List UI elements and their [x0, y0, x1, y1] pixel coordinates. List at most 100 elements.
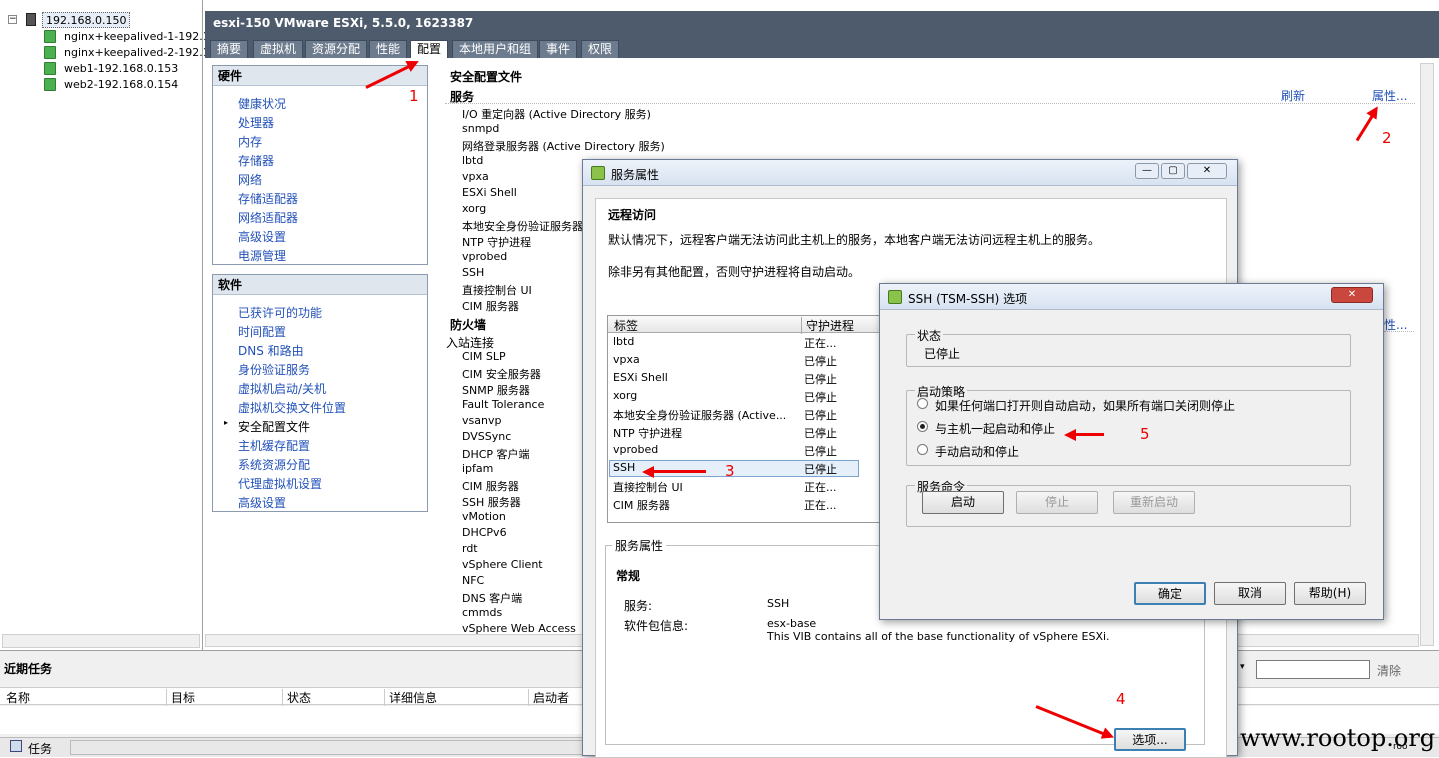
clear-link[interactable]: 清除 — [1377, 662, 1401, 679]
tab-vms[interactable]: 虚拟机 — [253, 40, 304, 58]
table-row-status: 已停止 — [804, 391, 837, 404]
hw-processor[interactable]: 处理器 — [238, 114, 274, 131]
firewall-item: vSphere Client — [462, 558, 543, 571]
close-button[interactable]: ✕ — [1187, 163, 1227, 179]
table-row[interactable]: ESXi Shell — [613, 371, 668, 384]
hw-memory[interactable]: 内存 — [238, 133, 262, 150]
sw-host-cache[interactable]: 主机缓存配置 — [238, 437, 310, 454]
status-value: 已停止 — [924, 347, 961, 361]
start-button[interactable]: 启动 — [922, 491, 1004, 514]
sw-time[interactable]: 时间配置 — [238, 323, 286, 340]
col-name[interactable]: 名称 — [6, 689, 30, 706]
annotation-number: 1 — [409, 87, 419, 105]
ok-button[interactable]: 确定 — [1134, 582, 1206, 605]
status-tasks-button[interactable]: 任务 — [28, 740, 52, 757]
software-title: 软件 — [213, 275, 427, 295]
stop-button[interactable]: 停止 — [1016, 491, 1098, 514]
cancel-button[interactable]: 取消 — [1214, 582, 1286, 605]
tree-host[interactable]: 192.168.0.150 — [42, 12, 131, 28]
main-vscrollbar[interactable] — [1420, 63, 1434, 646]
sw-advanced[interactable]: 高级设置 — [238, 494, 286, 511]
service-item: 网络登录服务器 (Active Directory 服务) — [462, 140, 665, 153]
tab-bar: 摘要 虚拟机 资源分配 性能 配置 本地用户和组 事件 权限 — [205, 39, 1439, 58]
service-key: 服务: — [624, 599, 653, 613]
sw-auth[interactable]: 身份验证服务 — [238, 361, 310, 378]
tab-performance[interactable]: 性能 — [369, 40, 408, 58]
hw-network[interactable]: 网络 — [238, 171, 262, 188]
sw-security-profile[interactable]: 安全配置文件 — [238, 418, 310, 435]
remote-desc-2: 除非另有其他配置，否则守护进程将自动启动。 — [608, 265, 861, 279]
policy-radio-auto[interactable] — [917, 398, 928, 409]
service-item: I/O 重定向器 (Active Directory 服务) — [462, 108, 651, 121]
tree-vm-3[interactable]: web1-192.168.0.153 — [64, 61, 178, 77]
refresh-link[interactable]: 刷新 — [1281, 87, 1305, 104]
tab-events[interactable]: 事件 — [539, 40, 578, 58]
policy-auto-label[interactable]: 如果任何端口打开则自动启动，如果所有端口关闭则停止 — [935, 397, 1235, 414]
sw-sys-resources[interactable]: 系统资源分配 — [238, 456, 310, 473]
table-row[interactable]: CIM 服务器 — [613, 497, 670, 513]
service-item: NTP 守护进程 — [462, 236, 532, 249]
hw-advanced[interactable]: 高级设置 — [238, 228, 286, 245]
hw-power[interactable]: 电源管理 — [238, 247, 286, 264]
sw-licensed[interactable]: 已获许可的功能 — [238, 304, 322, 321]
col-daemon[interactable]: 守护进程 — [801, 317, 854, 334]
annotation-number: 5 — [1140, 425, 1150, 443]
table-row[interactable]: 本地安全身份验证服务器 (Active... — [613, 407, 786, 423]
inbound-heading: 入站连接 — [446, 336, 495, 350]
table-row[interactable]: vpxa — [613, 353, 640, 366]
sw-swapfile[interactable]: 虚拟机交换文件位置 — [238, 399, 346, 416]
hw-storage-adapters[interactable]: 存储适配器 — [238, 190, 298, 207]
remote-access-title: 远程访问 — [608, 208, 657, 222]
hw-health[interactable]: 健康状况 — [238, 95, 286, 112]
corner-text: roo — [1393, 742, 1408, 752]
package-key: 软件包信息: — [624, 619, 689, 633]
maximize-button[interactable]: ▢ — [1161, 163, 1185, 179]
dialog-title: 服务属性 — [611, 168, 660, 182]
firewall-item: vSphere Web Access — [462, 622, 576, 635]
col-status[interactable]: 状态 — [282, 689, 311, 706]
tree-vm-4[interactable]: web2-192.168.0.154 — [64, 77, 178, 93]
options-button[interactable]: 选项... — [1114, 728, 1186, 751]
help-button[interactable]: 帮助(H) — [1294, 582, 1366, 605]
col-initiator[interactable]: 启动者 — [528, 689, 569, 706]
tab-resources[interactable]: 资源分配 — [305, 40, 368, 58]
tab-permissions[interactable]: 权限 — [581, 40, 620, 58]
vm-icon — [44, 62, 56, 75]
policy-radio-with-host[interactable] — [917, 421, 928, 432]
sw-dns[interactable]: DNS 和路由 — [238, 342, 304, 359]
divider — [445, 103, 1415, 104]
table-row[interactable]: xorg — [613, 389, 637, 402]
tree-vm-1[interactable]: nginx+keepalived-1-192.16 — [64, 29, 217, 45]
sw-vm-startup[interactable]: 虚拟机启动/关机 — [238, 380, 326, 397]
tab-users-groups[interactable]: 本地用户和组 — [452, 40, 539, 58]
table-row[interactable]: 直接控制台 UI — [613, 479, 683, 495]
tasks-filter-input[interactable] — [1256, 660, 1370, 679]
hw-storage[interactable]: 存储器 — [238, 152, 274, 169]
table-row-status: 已停止 — [804, 445, 837, 458]
col-label[interactable]: 标签 — [614, 317, 638, 334]
tasks-icon — [10, 740, 22, 752]
sw-agent-vm[interactable]: 代理虚拟机设置 — [238, 475, 322, 492]
table-row[interactable]: vprobed — [613, 443, 658, 456]
minimize-button[interactable]: — — [1135, 163, 1159, 179]
properties-link[interactable]: 属性... — [1372, 87, 1407, 104]
table-row[interactable]: lbtd — [613, 335, 634, 348]
tab-summary[interactable]: 摘要 — [210, 40, 249, 58]
policy-with-host-label[interactable]: 与主机一起启动和停止 — [935, 420, 1055, 437]
package-desc: This VIB contains all of the base functi… — [767, 630, 1110, 643]
col-target[interactable]: 目标 — [166, 689, 195, 706]
tree-hscrollbar[interactable] — [2, 634, 200, 648]
restart-button[interactable]: 重新启动 — [1113, 491, 1195, 514]
policy-manual-label[interactable]: 手动启动和停止 — [935, 443, 1019, 460]
table-row-ssh[interactable]: SSH — [613, 461, 635, 474]
table-row[interactable]: NTP 守护进程 — [613, 425, 682, 441]
policy-radio-manual[interactable] — [917, 444, 928, 455]
tree-vm-2[interactable]: nginx+keepalived-2-192.16 — [64, 45, 217, 61]
service-item: 直接控制台 UI — [462, 284, 532, 297]
close-button[interactable]: ✕ — [1331, 287, 1373, 303]
hw-network-adapters[interactable]: 网络适配器 — [238, 209, 298, 226]
recent-tasks-title: 近期任务 — [4, 662, 53, 676]
dropdown-arrow-icon[interactable]: ▾ — [1240, 662, 1245, 672]
collapse-icon[interactable]: − — [8, 15, 17, 24]
col-details[interactable]: 详细信息 — [384, 689, 437, 706]
